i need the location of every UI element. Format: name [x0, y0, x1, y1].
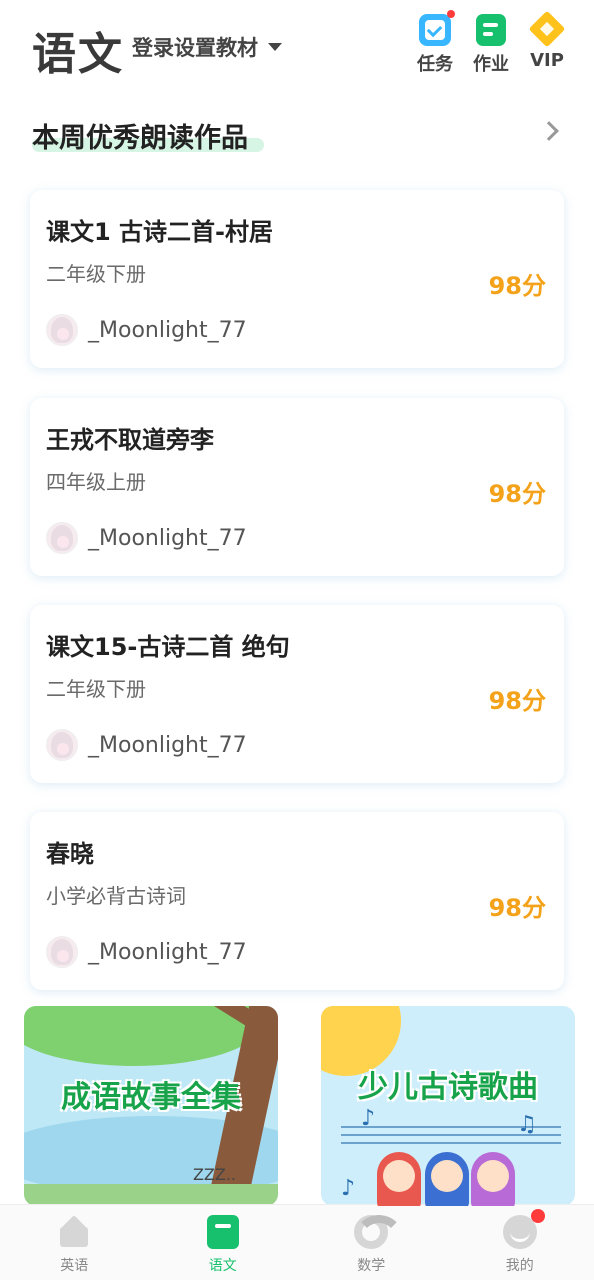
ground-illustration — [24, 1184, 278, 1206]
username: _Moonlight_77 — [88, 939, 247, 965]
work-author: _Moonlight_77 — [46, 936, 247, 968]
banner-title: 少儿古诗歌曲 — [358, 1070, 538, 1105]
avatar — [46, 522, 78, 554]
notification-dot — [447, 10, 455, 18]
kids-poetry-songs-banner[interactable]: ♪ ♫ ♪ 少儿古诗歌曲 — [321, 1006, 575, 1206]
avatar — [46, 729, 78, 761]
username: _Moonlight_77 — [88, 525, 247, 551]
donut-icon — [354, 1215, 405, 1249]
work-score: 98分 — [488, 272, 546, 300]
profile-icon — [502, 1209, 545, 1249]
homework-button[interactable]: 作业 — [468, 14, 514, 76]
banner-title: 成语故事全集 — [61, 1080, 241, 1115]
vip-button[interactable]: VIP — [524, 10, 570, 76]
avatar — [46, 936, 78, 968]
textbook-select[interactable]: 登录设置教材 — [132, 32, 282, 62]
work-author: _Moonlight_77 — [46, 729, 247, 761]
tab-math[interactable]: 数学 — [297, 1205, 446, 1280]
work-score: 98分 — [488, 894, 546, 922]
section-title: 本周优秀朗读作品 — [32, 123, 248, 154]
task-check-icon — [419, 10, 455, 46]
textbook-select-label: 登录设置教材 — [132, 36, 258, 60]
task-button[interactable]: 任务 — [412, 10, 458, 76]
excellent-readings-header[interactable]: 本周优秀朗读作品 — [32, 116, 562, 156]
work-score: 98分 — [488, 480, 546, 508]
vip-label: VIP — [530, 50, 564, 71]
tab-chinese[interactable]: 语文 — [149, 1205, 298, 1280]
app-header: 语文 登录设置教材 任务 作业 VIP — [0, 0, 594, 96]
work-grade: 四年级上册 — [46, 470, 146, 494]
book-icon — [206, 1215, 239, 1249]
singing-child-illustration — [377, 1152, 421, 1206]
reading-work-card[interactable]: 课文15-古诗二首 绝句 二年级下册 98分 _Moonlight_77 — [30, 605, 564, 783]
work-grade: 二年级下册 — [46, 262, 146, 286]
sleep-zzz-text: ZZZ.. — [192, 1165, 236, 1184]
music-note-icon: ♪ — [361, 1106, 376, 1131]
tab-label: 语文 — [208, 1258, 237, 1274]
house-icon — [56, 1215, 92, 1249]
singing-child-illustration — [425, 1152, 469, 1206]
work-author: _Moonlight_77 — [46, 314, 247, 346]
tab-english[interactable]: 英语 — [0, 1205, 149, 1280]
bottom-nav: 英语 语文 数学 我的 — [0, 1204, 594, 1280]
caret-down-icon — [268, 43, 282, 51]
music-note-icon: ♪ — [341, 1176, 356, 1201]
work-title: 课文1 古诗二首-村居 — [46, 218, 274, 246]
music-staff-line — [341, 1142, 561, 1144]
reading-work-card[interactable]: 课文1 古诗二首-村居 二年级下册 98分 _Moonlight_77 — [30, 190, 564, 368]
work-grade: 小学必背古诗词 — [46, 884, 186, 908]
tab-me[interactable]: 我的 — [446, 1205, 594, 1280]
reading-work-card[interactable]: 王戎不取道旁李 四年级上册 98分 _Moonlight_77 — [30, 398, 564, 576]
tab-label: 我的 — [505, 1258, 534, 1274]
task-label: 任务 — [417, 54, 453, 75]
work-title: 王戎不取道旁李 — [46, 426, 214, 454]
username: _Moonlight_77 — [88, 732, 247, 758]
notification-dot — [530, 1209, 545, 1223]
music-note-icon: ♫ — [517, 1112, 537, 1137]
vip-diamond-icon — [528, 10, 566, 48]
work-score: 98分 — [488, 687, 546, 715]
reading-work-card[interactable]: 春晓 小学必背古诗词 98分 _Moonlight_77 — [30, 812, 564, 990]
homework-label: 作业 — [473, 54, 509, 75]
top-actions: 任务 作业 VIP — [412, 10, 570, 76]
work-author: _Moonlight_77 — [46, 522, 247, 554]
work-title: 春晓 — [46, 840, 94, 868]
singing-child-illustration — [471, 1152, 515, 1206]
username: _Moonlight_77 — [88, 317, 247, 343]
subject-title: 语文 — [32, 29, 124, 80]
avatar — [46, 314, 78, 346]
tab-label: 英语 — [60, 1258, 89, 1274]
work-grade: 二年级下册 — [46, 677, 146, 701]
homework-icon — [476, 14, 506, 46]
work-title: 课文15-古诗二首 绝句 — [46, 633, 290, 661]
idiom-stories-banner[interactable]: 成语故事全集 ZZZ.. — [24, 1006, 278, 1206]
